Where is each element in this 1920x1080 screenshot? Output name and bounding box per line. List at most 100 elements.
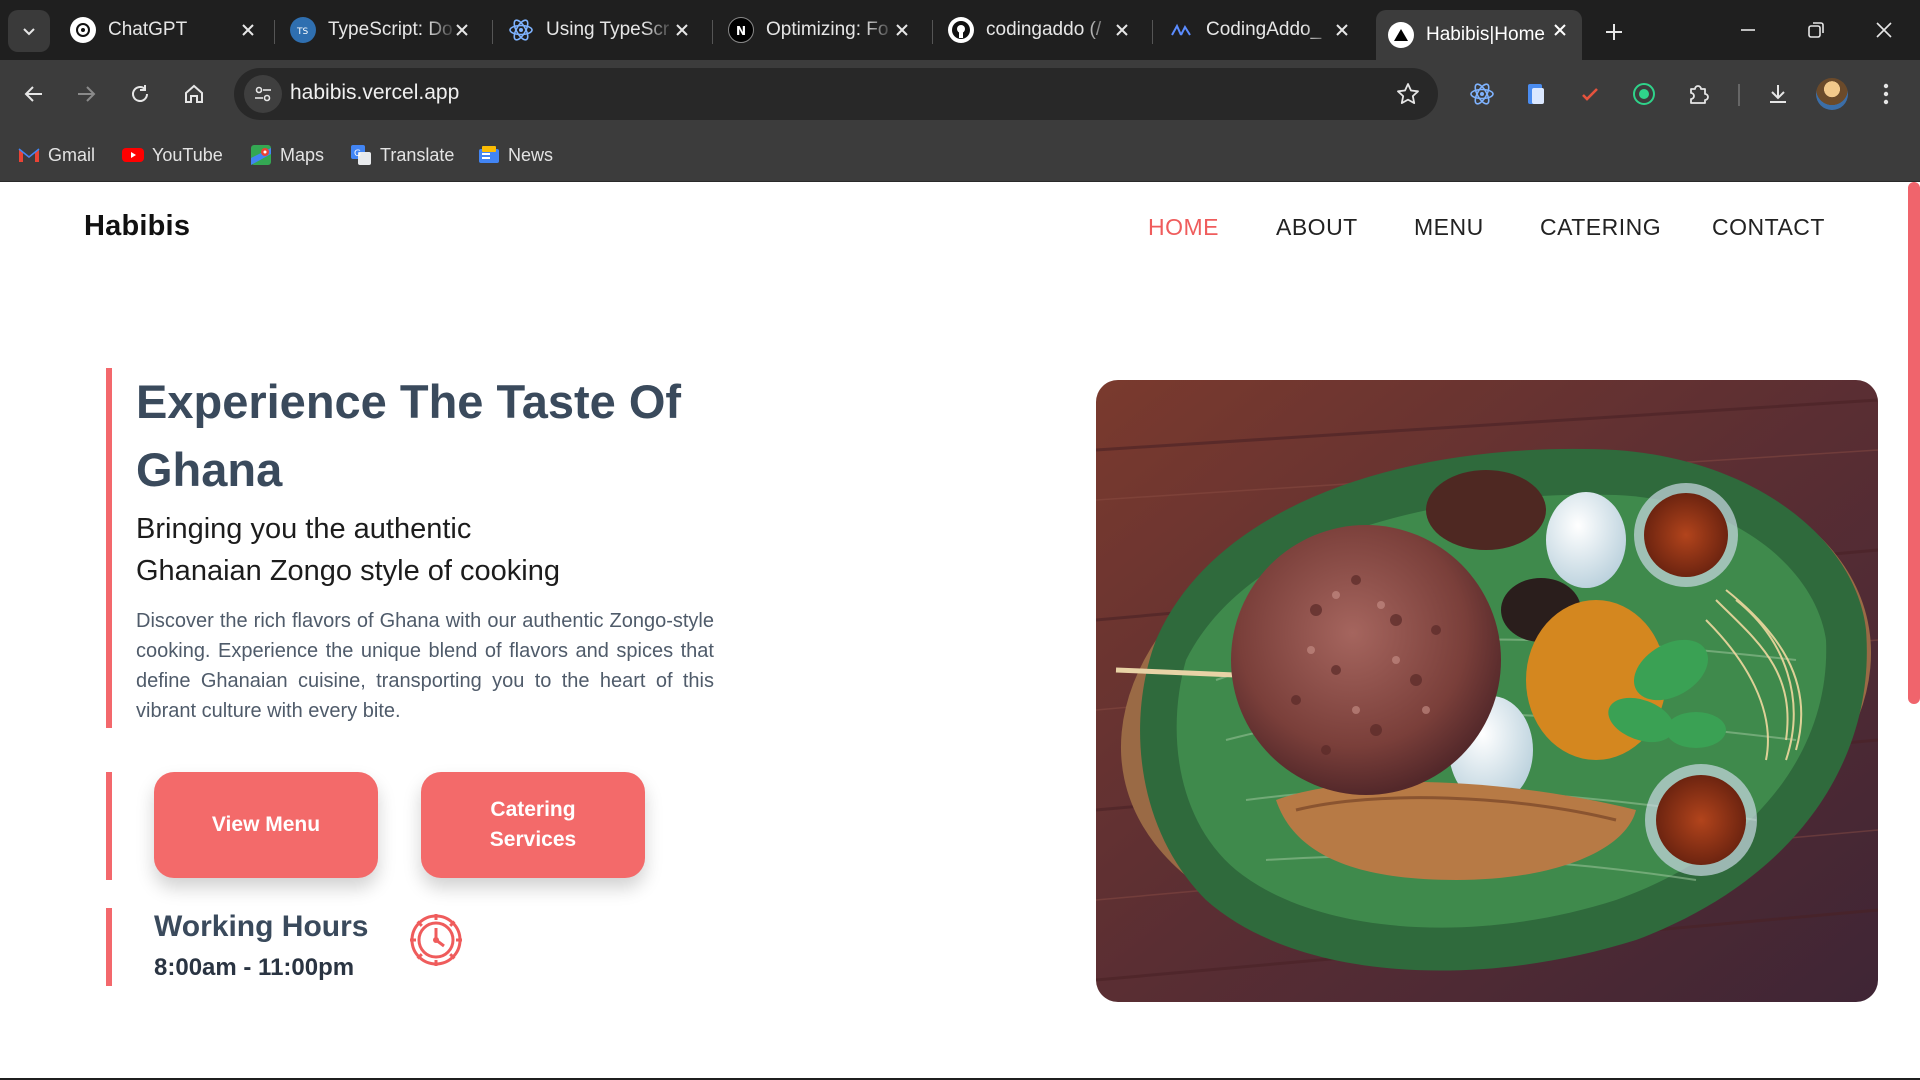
reload-icon (132, 85, 148, 102)
tab-title: Optimizing: Fo (766, 19, 889, 40)
tab-separator (274, 20, 275, 44)
svg-text:N: N (736, 24, 746, 38)
reload-button[interactable] (120, 74, 160, 114)
arrow-right-icon (78, 86, 96, 102)
bookmark-label: Maps (280, 144, 325, 165)
bookmark-translate[interactable]: G Translate (350, 142, 454, 168)
working-hours-title: Working Hours (154, 910, 369, 943)
home-icon (185, 84, 203, 103)
hero-accent-bar (106, 368, 112, 728)
svg-text:TS: TS (296, 27, 308, 37)
close-icon[interactable] (670, 18, 694, 42)
tab-separator (712, 20, 713, 44)
chatgpt-icon (70, 17, 96, 43)
react-icon (508, 17, 534, 43)
nav-menu[interactable]: MENU (1414, 214, 1484, 241)
tab-habibis-home[interactable]: Habibis|Home (1376, 10, 1582, 60)
toolbar-separator (1738, 84, 1740, 106)
react-icon (1470, 83, 1494, 105)
restore-button[interactable] (1794, 10, 1838, 50)
document-icon (1528, 84, 1544, 104)
tab-title: ChatGPT (108, 19, 188, 40)
bookmark-star-button[interactable] (1392, 78, 1424, 110)
tab-title: codingaddo (/ (986, 19, 1102, 40)
bookmark-maps[interactable]: Maps (250, 142, 324, 168)
address-bar[interactable]: habibis.vercel.app (234, 68, 1438, 120)
news-icon (478, 144, 500, 166)
tab-separator (492, 20, 493, 44)
todoist-extension[interactable] (1572, 76, 1608, 112)
youtube-icon (122, 144, 144, 166)
bookmark-label: YouTube (152, 144, 223, 165)
bookmark-gmail[interactable]: Gmail (18, 142, 95, 168)
site-logo[interactable]: Habibis (84, 210, 190, 243)
nav-contact[interactable]: CONTACT (1712, 214, 1825, 241)
profile-avatar[interactable] (1816, 78, 1848, 110)
tab-title: Habibis|Home (1426, 24, 1545, 45)
site-info-button[interactable] (244, 75, 282, 113)
view-menu-button[interactable]: View Menu (154, 772, 378, 878)
extensions-button[interactable] (1680, 76, 1716, 112)
nav-home[interactable]: HOME (1148, 214, 1219, 241)
arrow-left-icon (24, 86, 42, 102)
nav-about[interactable]: ABOUT (1276, 214, 1358, 241)
close-icon[interactable] (1548, 18, 1572, 42)
record-extension[interactable] (1626, 76, 1662, 112)
tab-title: CodingAddo_ (1206, 19, 1322, 40)
forward-button[interactable] (66, 74, 106, 114)
bookmark-label: Gmail (48, 144, 96, 165)
chevron-down-icon (23, 28, 35, 36)
close-window-button[interactable] (1862, 10, 1906, 50)
nav-catering[interactable]: CATERING (1540, 214, 1661, 241)
tab-separator (1152, 20, 1153, 44)
kebab-menu-icon (1883, 83, 1889, 105)
nextjs-icon: N (728, 17, 754, 43)
github-icon (948, 17, 974, 43)
check-icon (1582, 88, 1598, 101)
minimize-button[interactable] (1726, 10, 1770, 50)
address-url[interactable]: habibis.vercel.app (290, 81, 459, 105)
downloads-button[interactable] (1760, 76, 1796, 112)
working-hours-time: 8:00am - 11:00pm (154, 954, 355, 981)
typescript-icon: TS (290, 17, 316, 43)
close-icon[interactable] (1330, 18, 1354, 42)
react-devtools-extension[interactable] (1464, 76, 1500, 112)
docs-extension[interactable] (1518, 76, 1554, 112)
close-icon[interactable] (1110, 18, 1134, 42)
bookmark-news[interactable]: News (478, 142, 553, 168)
hours-accent-bar (106, 908, 112, 986)
tab-separator (932, 20, 933, 44)
catering-services-button[interactable]: Catering Services (421, 772, 645, 878)
svg-text:G: G (354, 149, 361, 159)
tab-search-button[interactable] (8, 10, 50, 52)
browser-menu-button[interactable] (1868, 76, 1904, 112)
hero-title: Experience The Taste Of Ghana (136, 375, 682, 496)
tab-chatgpt[interactable]: ChatGPT (70, 10, 260, 50)
tab-codingaddo[interactable]: CodingAddo_ (1168, 10, 1354, 50)
browser-toolbar: habibis.vercel.app (0, 60, 1920, 128)
page-scrollbar[interactable] (1908, 182, 1920, 704)
gmail-icon (18, 144, 40, 166)
close-icon[interactable] (890, 18, 914, 42)
hero-subtitle-line: Ghanaian Zongo style of cooking (136, 555, 560, 587)
close-icon[interactable] (450, 18, 474, 42)
translate-icon: G (350, 144, 372, 166)
bookmark-youtube[interactable]: YouTube (122, 142, 223, 168)
back-button[interactable] (14, 74, 54, 114)
tab-optimizing[interactable]: N Optimizing: Fo (728, 10, 914, 50)
tab-strip: ChatGPT TS TypeScript: Do Using TypeScr … (0, 0, 1920, 60)
new-tab-button[interactable] (1596, 14, 1632, 50)
download-icon (1770, 85, 1786, 103)
tab-using-typescript[interactable]: Using TypeScr (508, 10, 694, 50)
star-icon (1397, 83, 1419, 104)
bookmark-label: News (508, 144, 554, 165)
close-icon[interactable] (236, 18, 260, 42)
target-icon (1633, 83, 1655, 105)
home-button[interactable] (174, 74, 214, 114)
tab-github-codingaddo[interactable]: codingaddo (/ (948, 10, 1134, 50)
puzzle-icon (1690, 85, 1709, 104)
close-icon (1876, 22, 1892, 38)
tab-typescript-docs[interactable]: TS TypeScript: Do (290, 10, 474, 50)
tab-title: TypeScript: Do (328, 19, 453, 40)
hero-subtitle: Bringing you the authentic Ghanaian Zong… (136, 508, 736, 592)
